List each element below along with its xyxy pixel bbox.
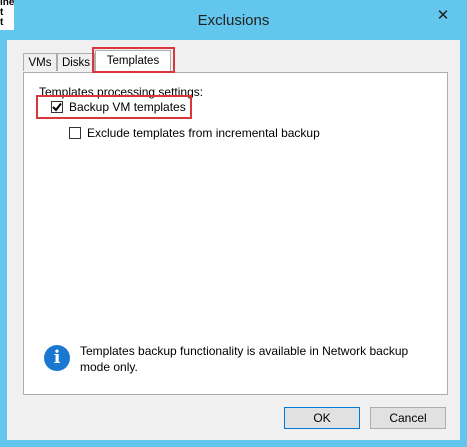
exclude-incremental-checkbox[interactable] <box>69 127 81 139</box>
backup-vm-templates-row[interactable]: Backup VM templates <box>51 100 186 114</box>
dialog-client-area: VMs Disks Templates Templates processing… <box>7 40 460 440</box>
templates-panel: Templates processing settings: Backup VM… <box>23 72 448 395</box>
window-title: Exclusions <box>197 12 270 29</box>
backup-vm-templates-checkbox[interactable] <box>51 101 63 113</box>
ok-button[interactable]: OK <box>284 407 360 429</box>
tab-disks[interactable]: Disks <box>57 53 95 71</box>
backup-vm-templates-label: Backup VM templates <box>69 100 186 114</box>
close-button[interactable]: ✕ <box>430 6 456 26</box>
tab-vms[interactable]: VMs <box>23 53 57 71</box>
checkmark-icon <box>52 102 62 112</box>
cancel-button[interactable]: Cancel <box>370 407 446 429</box>
exclude-incremental-row[interactable]: Exclude templates from incremental backu… <box>69 126 320 140</box>
tab-templates[interactable]: Templates <box>95 50 171 73</box>
templates-section-label: Templates processing settings: <box>39 85 204 99</box>
title-bar[interactable]: Exclusions ✕ <box>0 0 467 40</box>
exclusions-dialog: ines t t Exclusions ✕ VMs Disks Template… <box>0 0 467 447</box>
info-text: Templates backup functionality is availa… <box>80 344 409 374</box>
info-icon: i <box>44 345 70 371</box>
close-icon: ✕ <box>436 7 450 24</box>
exclude-incremental-label: Exclude templates from incremental backu… <box>87 126 320 140</box>
